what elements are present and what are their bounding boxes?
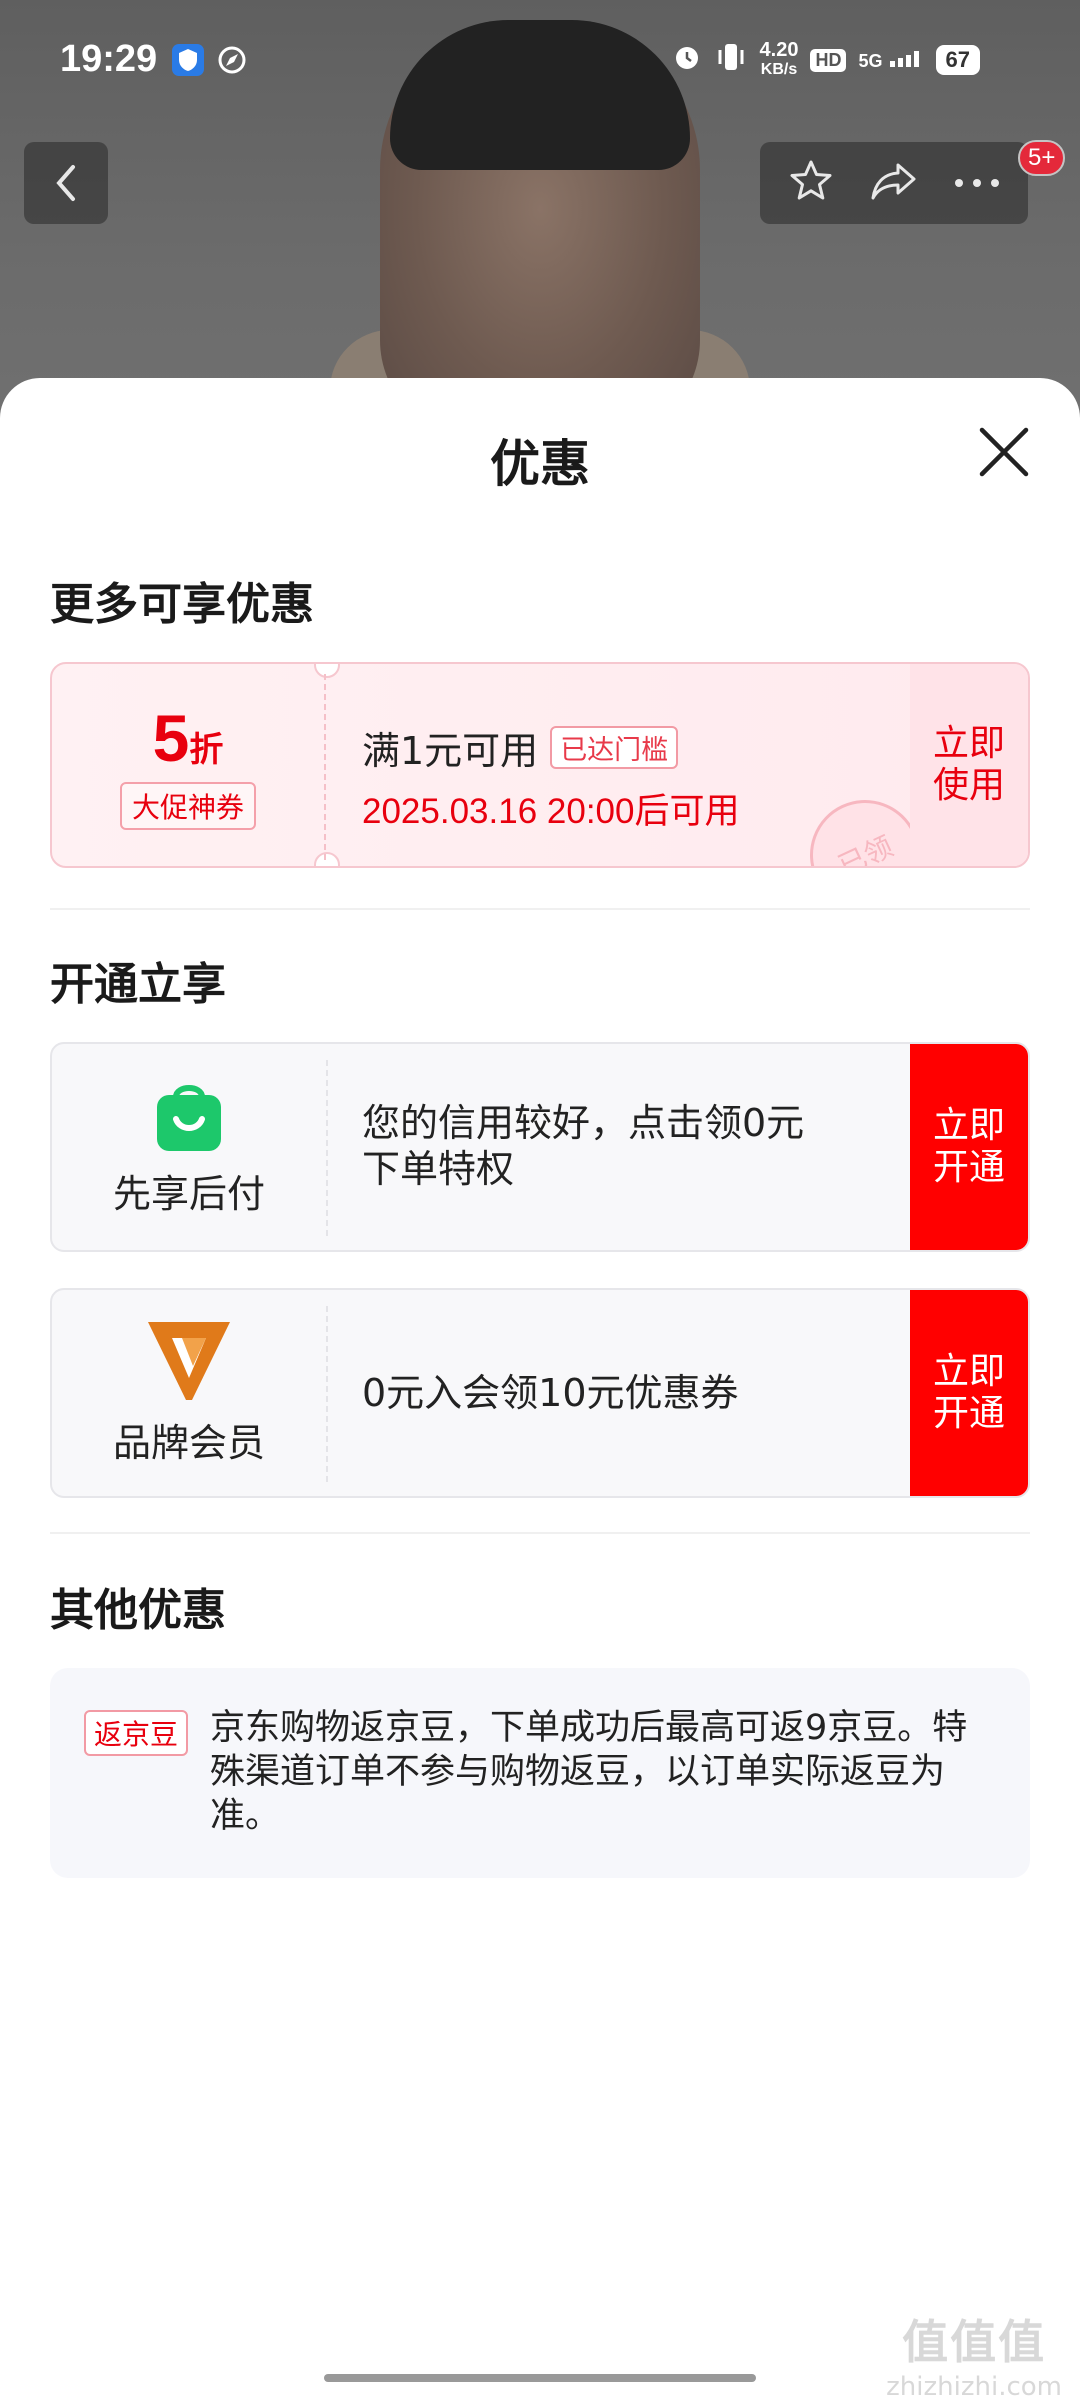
watermark: 值值值 zhizhizhi.com <box>886 2306 1062 2402</box>
coupon-notch-bottom <box>314 852 340 866</box>
section-title-more: 更多可享优惠 <box>50 579 314 630</box>
close-icon <box>979 427 1029 477</box>
vibrate-icon <box>714 42 748 78</box>
share-button[interactable] <box>868 159 920 207</box>
signal-icon: 5G <box>858 51 923 71</box>
pay-later-description-line2: 下单特权 <box>362 1147 515 1191</box>
home-indicator[interactable] <box>324 2374 756 2382</box>
coupon-valid-date: 2025.03.16 20:00后可用 <box>362 792 740 831</box>
jingdou-description: 京东购物返京豆，下单成功后最高可返9京豆。特殊渠道订单不参与购物返豆，以订单实际… <box>210 1708 968 1836</box>
status-time: 19:29 <box>60 38 158 80</box>
header-actions <box>760 142 1028 224</box>
battery-indicator: 67 <box>935 45 980 75</box>
card-separator <box>326 1306 328 1482</box>
coupon-card[interactable]: 5折 大促神券 满1元可用 已达门槛 2025.03.16 20:00后可用 已… <box>50 662 1030 868</box>
message-count-badge: 5+ <box>1018 140 1066 176</box>
brand-member-brand: 品牌会员 <box>52 1290 326 1496</box>
network-speed-unit: KB/s <box>760 61 798 78</box>
coupon-type-tag: 大促神券 <box>119 782 256 830</box>
watermark-logo: 值值值 <box>902 2315 1047 2369</box>
activate-label-line1: 立即 <box>932 1105 1005 1146</box>
back-button[interactable] <box>24 142 108 224</box>
network-speed: 4.20 KB/s <box>760 40 799 80</box>
brand-member-v-icon <box>148 1321 230 1400</box>
coupon-discount-number: 5 <box>152 701 190 775</box>
pay-later-brand: 先享后付 <box>52 1044 326 1250</box>
sheet-title: 优惠 <box>490 435 590 493</box>
threshold-reached-badge: 已达门槛 <box>550 726 679 769</box>
activate-label-line2: 开通 <box>932 1393 1005 1434</box>
use-coupon-button[interactable]: 立即 使用 <box>910 664 1028 866</box>
favorite-button[interactable] <box>787 157 835 209</box>
use-coupon-label-line2: 使用 <box>932 765 1005 806</box>
activate-label: 立即 开通 <box>933 1351 1005 1435</box>
use-coupon-label: 立即 使用 <box>933 723 1005 807</box>
more-button[interactable] <box>953 174 1001 193</box>
compass-app-icon <box>216 44 248 76</box>
star-icon <box>790 160 832 200</box>
network-speed-value: 4.20 <box>759 39 799 61</box>
brand-member-card[interactable]: 品牌会员 0元入会领10元优惠券 立即 开通 <box>50 1288 1030 1498</box>
coupon-info: 满1元可用 已达门槛 2025.03.16 20:00后可用 <box>362 720 739 834</box>
promotion-sheet: 优惠 更多可享优惠 5折 大促神券 满1元可用 已达门槛 2025.03.16 … <box>0 378 1080 2408</box>
brand-member-name: 品牌会员 <box>112 1420 265 1465</box>
activate-pay-later-button[interactable]: 立即 开通 <box>910 1044 1028 1250</box>
coupon-discount: 5折 <box>153 700 224 776</box>
close-button[interactable] <box>978 426 1030 478</box>
hd-badge: HD <box>810 48 847 72</box>
coupon-separator <box>324 674 326 860</box>
section-title-open: 开通立享 <box>50 959 226 1010</box>
activate-label: 立即 开通 <box>933 1105 1005 1189</box>
more-dots-icon <box>955 178 1000 187</box>
pay-later-name: 先享后付 <box>112 1171 265 1216</box>
share-icon <box>871 163 916 200</box>
alarm-icon <box>672 42 702 78</box>
jingdou-cashback-card: 返京豆 京东购物返京豆，下单成功后最高可返9京豆。特殊渠道订单不参与购物返豆，以… <box>50 1668 1030 1878</box>
jingdou-tag: 返京豆 <box>84 1710 189 1756</box>
coupon-discount-area: 5折 大促神券 <box>52 664 324 866</box>
watermark-url: zhizhizhi.com <box>886 2372 1062 2402</box>
pay-later-description-line1: 您的信用较好，点击领0元 <box>362 1101 805 1145</box>
shield-app-icon <box>172 44 204 76</box>
card-separator <box>326 1060 328 1236</box>
network-type: 5G <box>858 51 883 71</box>
coupon-condition: 满1元可用 <box>362 729 539 773</box>
pay-later-description: 您的信用较好，点击领0元 下单特权 <box>362 1100 878 1192</box>
activate-label-line1: 立即 <box>932 1351 1005 1392</box>
brand-member-description: 0元入会领10元优惠券 <box>362 1371 739 1415</box>
section-divider <box>50 1532 1030 1534</box>
chevron-left-icon <box>56 165 75 201</box>
section-divider <box>50 908 1030 910</box>
coupon-discount-unit: 折 <box>189 730 224 770</box>
activate-label-line2: 开通 <box>932 1147 1005 1188</box>
activate-brand-member-button[interactable]: 立即 开通 <box>910 1290 1028 1496</box>
status-bar: 19:29 4.20 KB/s HD 5G 67 <box>0 0 1080 124</box>
use-coupon-label-line1: 立即 <box>932 723 1005 764</box>
coupon-condition-row: 满1元可用 已达门槛 <box>362 720 739 775</box>
shopping-bag-icon <box>157 1084 221 1151</box>
pay-later-card[interactable]: 先享后付 您的信用较好，点击领0元 下单特权 立即 开通 <box>50 1042 1030 1252</box>
section-title-other: 其他优惠 <box>50 1585 226 1636</box>
